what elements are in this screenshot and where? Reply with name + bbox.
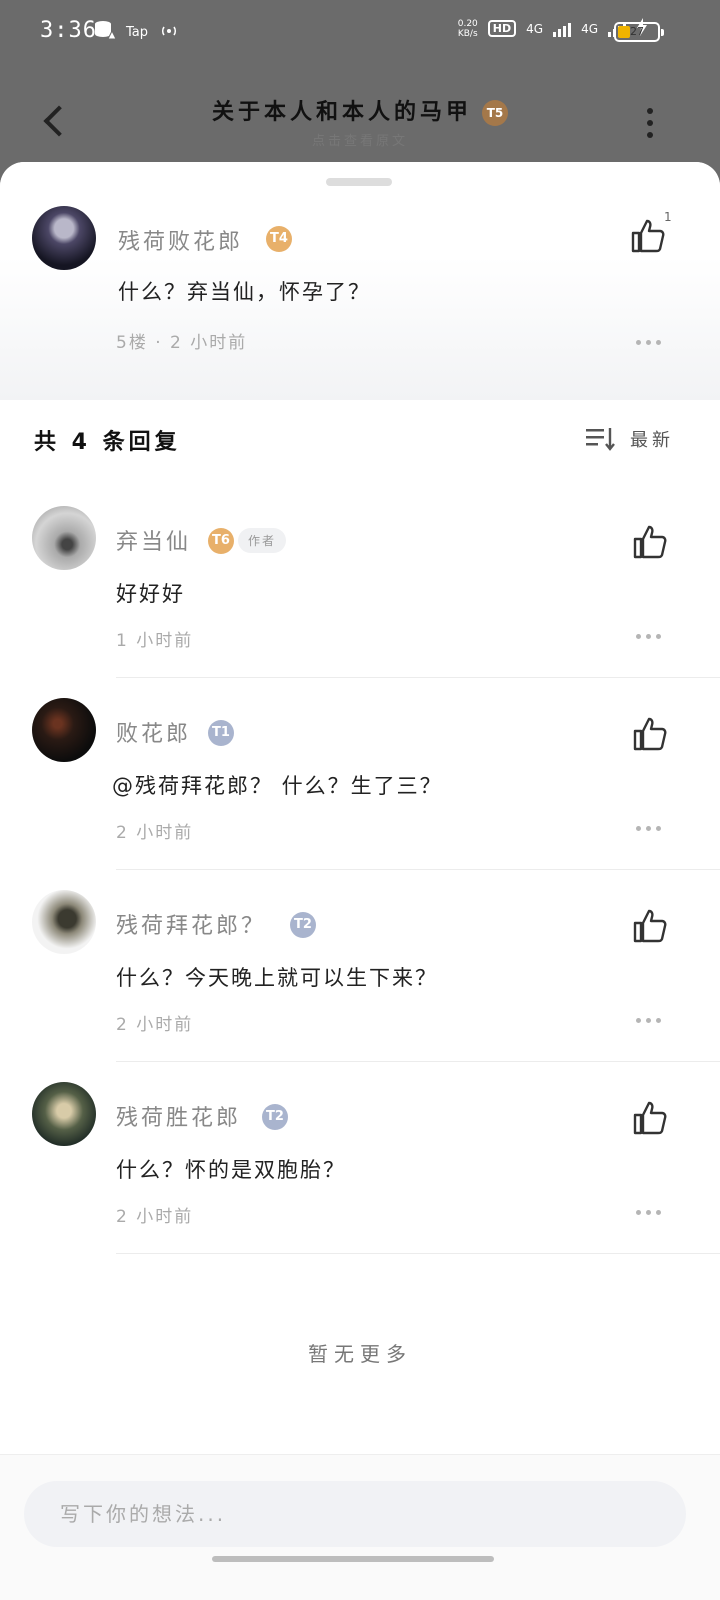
comment-input[interactable] xyxy=(24,1481,686,1547)
reply-item: 残荷拜花郎？ T2 什么？今天晚上就可以生下来？ 2 小时前 xyxy=(0,870,720,1062)
view-original-link[interactable]: 点击查看原文 xyxy=(0,130,720,149)
sort-label: 最新 xyxy=(630,430,674,451)
comment-bar xyxy=(0,1454,720,1600)
reply-item: 弃当仙 T6 作者 好好好 1 小时前 xyxy=(0,486,720,678)
reply-sheet: 残荷败花郎 T4 什么？弃当仙，怀孕了？ 5楼 · 2 小时前 1 共 4 条回… xyxy=(0,162,720,1600)
more-dots-icon[interactable] xyxy=(636,1018,661,1023)
thumbs-up-icon xyxy=(633,909,667,943)
level-badge: T2 xyxy=(290,912,316,938)
more-dots-icon[interactable] xyxy=(636,826,661,831)
reply-author[interactable]: 弃当仙 xyxy=(116,524,191,556)
network-label-1: 4G xyxy=(526,21,544,36)
avatar[interactable] xyxy=(32,890,96,954)
replies-header: 共 4 条回复 最新 xyxy=(0,400,720,480)
reply-text[interactable]: 什么？今天晚上就可以生下来？ xyxy=(116,962,438,992)
divider xyxy=(116,1253,720,1254)
reply-time: 1 小时前 xyxy=(116,631,194,651)
like-button[interactable] xyxy=(632,908,668,944)
reply-time: 2 小时前 xyxy=(116,1207,194,1227)
reply-author[interactable]: 残荷胜花郎 xyxy=(116,1100,241,1132)
level-badge: T1 xyxy=(208,720,234,746)
hotspot-icon xyxy=(158,21,180,43)
battery-icon: 27 xyxy=(614,22,664,42)
battery-tip xyxy=(661,29,664,36)
home-indicator[interactable] xyxy=(212,1556,494,1562)
like-count: 1 xyxy=(664,210,672,224)
reply-text[interactable]: 什么？怀的是双胞胎？ xyxy=(116,1154,346,1184)
more-dots-icon[interactable] xyxy=(636,634,661,639)
status-left-icons: Tap xyxy=(94,20,180,44)
post-title-text: 关于本人和本人的马甲 xyxy=(211,100,472,125)
like-button[interactable] xyxy=(632,1100,668,1136)
like-button[interactable] xyxy=(632,524,668,560)
no-more-label: 暂无更多 xyxy=(308,1342,412,1366)
net-speed-value: 0.20 xyxy=(457,18,478,29)
more-dots-icon[interactable] xyxy=(636,340,661,345)
thumbs-up-icon xyxy=(631,219,665,253)
reply-time: 2 小时前 xyxy=(116,1015,194,1035)
post-header: 关于本人和本人的马甲 T5 点击查看原文 xyxy=(0,64,720,164)
post-title[interactable]: 关于本人和本人的马甲 T5 xyxy=(0,94,720,126)
avatar[interactable] xyxy=(32,1082,96,1146)
reply-author[interactable]: 残荷拜花郎？ xyxy=(116,908,266,940)
thumbs-up-icon xyxy=(633,1101,667,1135)
sort-button[interactable]: 最新 xyxy=(586,426,674,452)
avatar[interactable] xyxy=(32,506,96,570)
avatar[interactable] xyxy=(32,206,96,270)
hd-badge: HD xyxy=(487,20,517,37)
reply-text[interactable]: @残荷拜花郎？ 什么？生了三？ xyxy=(112,770,443,800)
reply-time: 2 小时前 xyxy=(116,823,194,843)
reply-item: 残荷胜花郎 T2 什么？怀的是双胞胎？ 2 小时前 xyxy=(0,1062,720,1254)
comment-author[interactable]: 残荷败花郎 xyxy=(118,224,243,256)
network-label-2: 4G xyxy=(581,21,598,36)
reply-author[interactable]: 败花郎 xyxy=(116,716,191,748)
sort-list-icon xyxy=(586,428,615,451)
author-tag: 作者 xyxy=(238,528,287,553)
title-level-badge: T5 xyxy=(482,100,508,126)
net-speed: 0.20 KB/s xyxy=(458,19,478,39)
main-comment: 残荷败花郎 T4 什么？弃当仙，怀孕了？ 5楼 · 2 小时前 1 xyxy=(0,162,720,400)
thumbs-up-icon xyxy=(633,717,667,751)
net-speed-unit: KB/s xyxy=(457,28,478,39)
status-time: 3:36 xyxy=(40,18,97,43)
drag-handle[interactable] xyxy=(326,178,392,186)
more-options-button[interactable] xyxy=(646,108,654,138)
level-badge: T2 xyxy=(262,1104,288,1130)
level-badge: T6 xyxy=(208,528,234,554)
tap-app-label: Tap xyxy=(126,24,149,40)
signal-icon-1 xyxy=(553,21,572,37)
battery-level: 27 xyxy=(630,25,644,38)
status-bar: 3:36 Tap 0.20 KB/s HD 4G 4G 27 xyxy=(0,0,720,64)
avatar[interactable] xyxy=(32,698,96,762)
like-button[interactable] xyxy=(632,716,668,752)
comment-meta: 5楼 · 2 小时前 xyxy=(116,333,248,353)
more-dots-icon[interactable] xyxy=(636,1210,661,1215)
level-badge: T4 xyxy=(266,226,292,252)
like-button[interactable] xyxy=(630,218,666,254)
thumbs-up-icon xyxy=(633,525,667,559)
reply-text[interactable]: 好好好 xyxy=(116,578,185,608)
database-warning-icon xyxy=(94,20,117,44)
replies-count: 共 4 条回复 xyxy=(34,430,181,455)
reply-item: 败花郎 T1 @残荷拜花郎？ 什么？生了三？ 2 小时前 xyxy=(0,678,720,870)
comment-text[interactable]: 什么？弃当仙，怀孕了？ xyxy=(118,276,371,306)
